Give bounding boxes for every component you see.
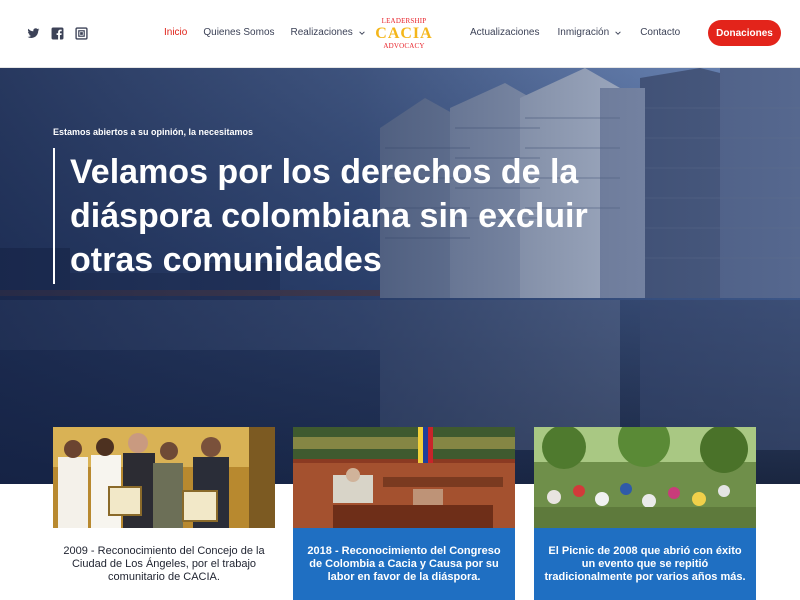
main-nav-right: Actualizaciones Inmigración Contacto	[470, 27, 698, 38]
donate-button[interactable]: Donaciones	[708, 20, 781, 46]
logo-line-bottom: ADVOCACY	[383, 42, 425, 50]
nav-item-label: Contacto	[640, 27, 681, 38]
award-ceremony-photo	[53, 427, 275, 528]
nav-item-realizaciones[interactable]: Realizaciones	[291, 27, 366, 38]
feature-card-2009[interactable]: 2009 - Reconocimiento del Concejo de la …	[53, 427, 275, 600]
card-caption: 2018 - Reconocimiento del Congreso de Co…	[293, 528, 515, 600]
card-caption: El Picnic de 2008 que abrió con éxito un…	[534, 528, 756, 600]
site-header: Inicio Quienes Somos Realizaciones LEADE…	[0, 0, 800, 68]
hero-headline: Velamos por los derechos de la diáspora …	[70, 153, 588, 279]
facebook-icon[interactable]	[51, 27, 64, 40]
logo-wordmark: CACIA	[375, 25, 433, 42]
main-nav-left: Inicio Quienes Somos Realizaciones	[164, 27, 382, 38]
nav-item-label: Inmigración	[557, 27, 610, 38]
chevron-down-icon	[615, 30, 621, 35]
nav-item-quienes-somos[interactable]: Quienes Somos	[203, 27, 274, 38]
feature-card-picnic-2008[interactable]: El Picnic de 2008 que abrió con éxito un…	[534, 427, 756, 600]
nav-item-actualizaciones[interactable]: Actualizaciones	[470, 27, 539, 38]
nav-item-contacto[interactable]: Contacto	[640, 27, 680, 38]
congress-photo	[293, 427, 515, 528]
picnic-photo	[534, 427, 756, 528]
nav-item-label: Actualizaciones	[470, 27, 540, 38]
nav-item-inmigracion[interactable]: Inmigración	[557, 27, 622, 38]
hero-eyebrow: Estamos abiertos a su opinión, la necesi…	[53, 127, 254, 137]
instagram-icon[interactable]	[75, 27, 88, 40]
nav-item-label: Realizaciones	[290, 27, 353, 38]
chevron-down-icon	[359, 30, 365, 35]
twitter-icon[interactable]	[27, 27, 40, 40]
social-links	[27, 27, 88, 40]
logo-line-top: LEADERSHIP	[381, 17, 427, 25]
site-logo[interactable]: LEADERSHIP CACIA ADVOCACY	[372, 17, 436, 51]
hero-accent-bar	[53, 148, 55, 284]
nav-item-label: Inicio	[164, 27, 188, 38]
nav-item-inicio[interactable]: Inicio	[164, 27, 187, 38]
nav-item-label: Quienes Somos	[203, 27, 275, 38]
card-caption: 2009 - Reconocimiento del Concejo de la …	[53, 528, 275, 600]
feature-card-2018[interactable]: 2018 - Reconocimiento del Congreso de Co…	[293, 427, 515, 600]
